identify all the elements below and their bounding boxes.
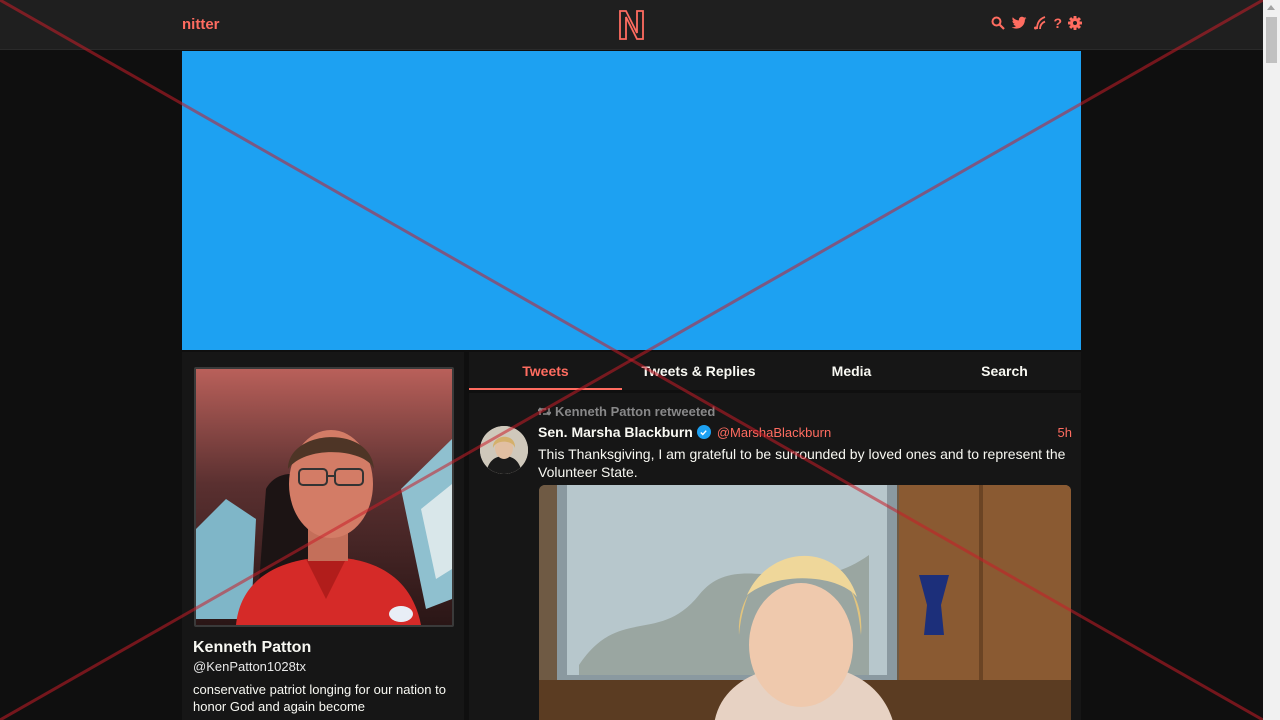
scroll-up-arrow-icon[interactable]	[1267, 5, 1275, 10]
author-avatar-image	[480, 426, 528, 474]
retweet-header: Kenneth Patton retweeted	[538, 404, 715, 419]
tweet-author-fullname[interactable]: Sen. Marsha Blackburn	[538, 424, 693, 440]
profile-bio: conservative patriot longing for our nat…	[193, 682, 446, 714]
tweet-text: This Thanksgiving, I am grateful to be s…	[538, 446, 1066, 480]
rss-icon[interactable]	[1033, 16, 1047, 30]
verified-badge-icon	[696, 425, 711, 439]
nitter-logo-icon[interactable]	[617, 9, 646, 41]
top-navbar: nitter ?	[0, 0, 1263, 50]
tweet-author-avatar[interactable]	[480, 426, 528, 474]
twitter-bird-icon[interactable]	[1011, 16, 1027, 30]
tweet-header: Sen. Marsha Blackburn @MarshaBlackburn 5…	[538, 424, 1072, 440]
profile-fullname[interactable]: Kenneth Patton	[193, 639, 311, 657]
tab-search[interactable]: Search	[928, 352, 1081, 390]
retweet-header-text: Kenneth Patton retweeted	[555, 404, 716, 419]
tab-media[interactable]: Media	[775, 352, 928, 390]
tweet-media-image[interactable]	[539, 485, 1071, 720]
nitter-home-link[interactable]: nitter	[182, 16, 220, 33]
tweet-photo	[539, 485, 1071, 720]
profile-card: Kenneth Patton @KenPatton1028tx conserva…	[182, 352, 464, 720]
nav-icon-group: ?	[991, 16, 1082, 30]
tweet-author-username[interactable]: @MarshaBlackburn	[717, 425, 831, 440]
scrollbar-thumb[interactable]	[1266, 17, 1277, 63]
page-scrollbar[interactable]	[1263, 0, 1280, 720]
tab-tweets-and-replies[interactable]: Tweets & Replies	[622, 352, 775, 390]
settings-gear-icon[interactable]	[1068, 16, 1082, 30]
timeline: Kenneth Patton retweeted Sen. Marsha Bla…	[469, 393, 1081, 720]
search-icon[interactable]	[991, 16, 1006, 30]
help-icon[interactable]: ?	[1053, 16, 1062, 30]
profile-username[interactable]: @KenPatton1028tx	[193, 659, 306, 674]
profile-avatar[interactable]	[194, 367, 454, 627]
timeline-tabs: Tweets Tweets & Replies Media Search	[469, 352, 1081, 390]
tweet-date-link[interactable]: 5h	[1058, 425, 1072, 440]
profile-photo-image	[196, 369, 452, 625]
profile-banner	[182, 51, 1081, 350]
retweet-icon	[538, 407, 551, 416]
tab-tweets[interactable]: Tweets	[469, 352, 622, 390]
